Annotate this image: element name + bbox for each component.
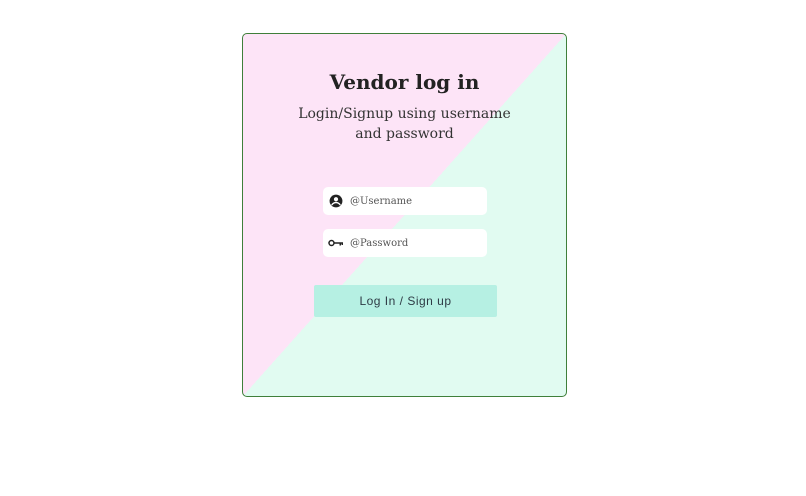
password-field[interactable] (323, 229, 487, 257)
login-card: Vendor log in Login/Signup using usernam… (242, 33, 567, 397)
account-circle-icon (328, 193, 344, 209)
page-title: Vendor log in (329, 70, 480, 94)
login-signup-button[interactable]: Log In / Sign up (314, 285, 497, 317)
page-subtitle: Login/Signup using username and password (298, 106, 511, 142)
username-input[interactable] (350, 195, 480, 207)
key-icon (328, 235, 344, 251)
password-input[interactable] (350, 237, 480, 249)
username-field[interactable] (323, 187, 487, 215)
